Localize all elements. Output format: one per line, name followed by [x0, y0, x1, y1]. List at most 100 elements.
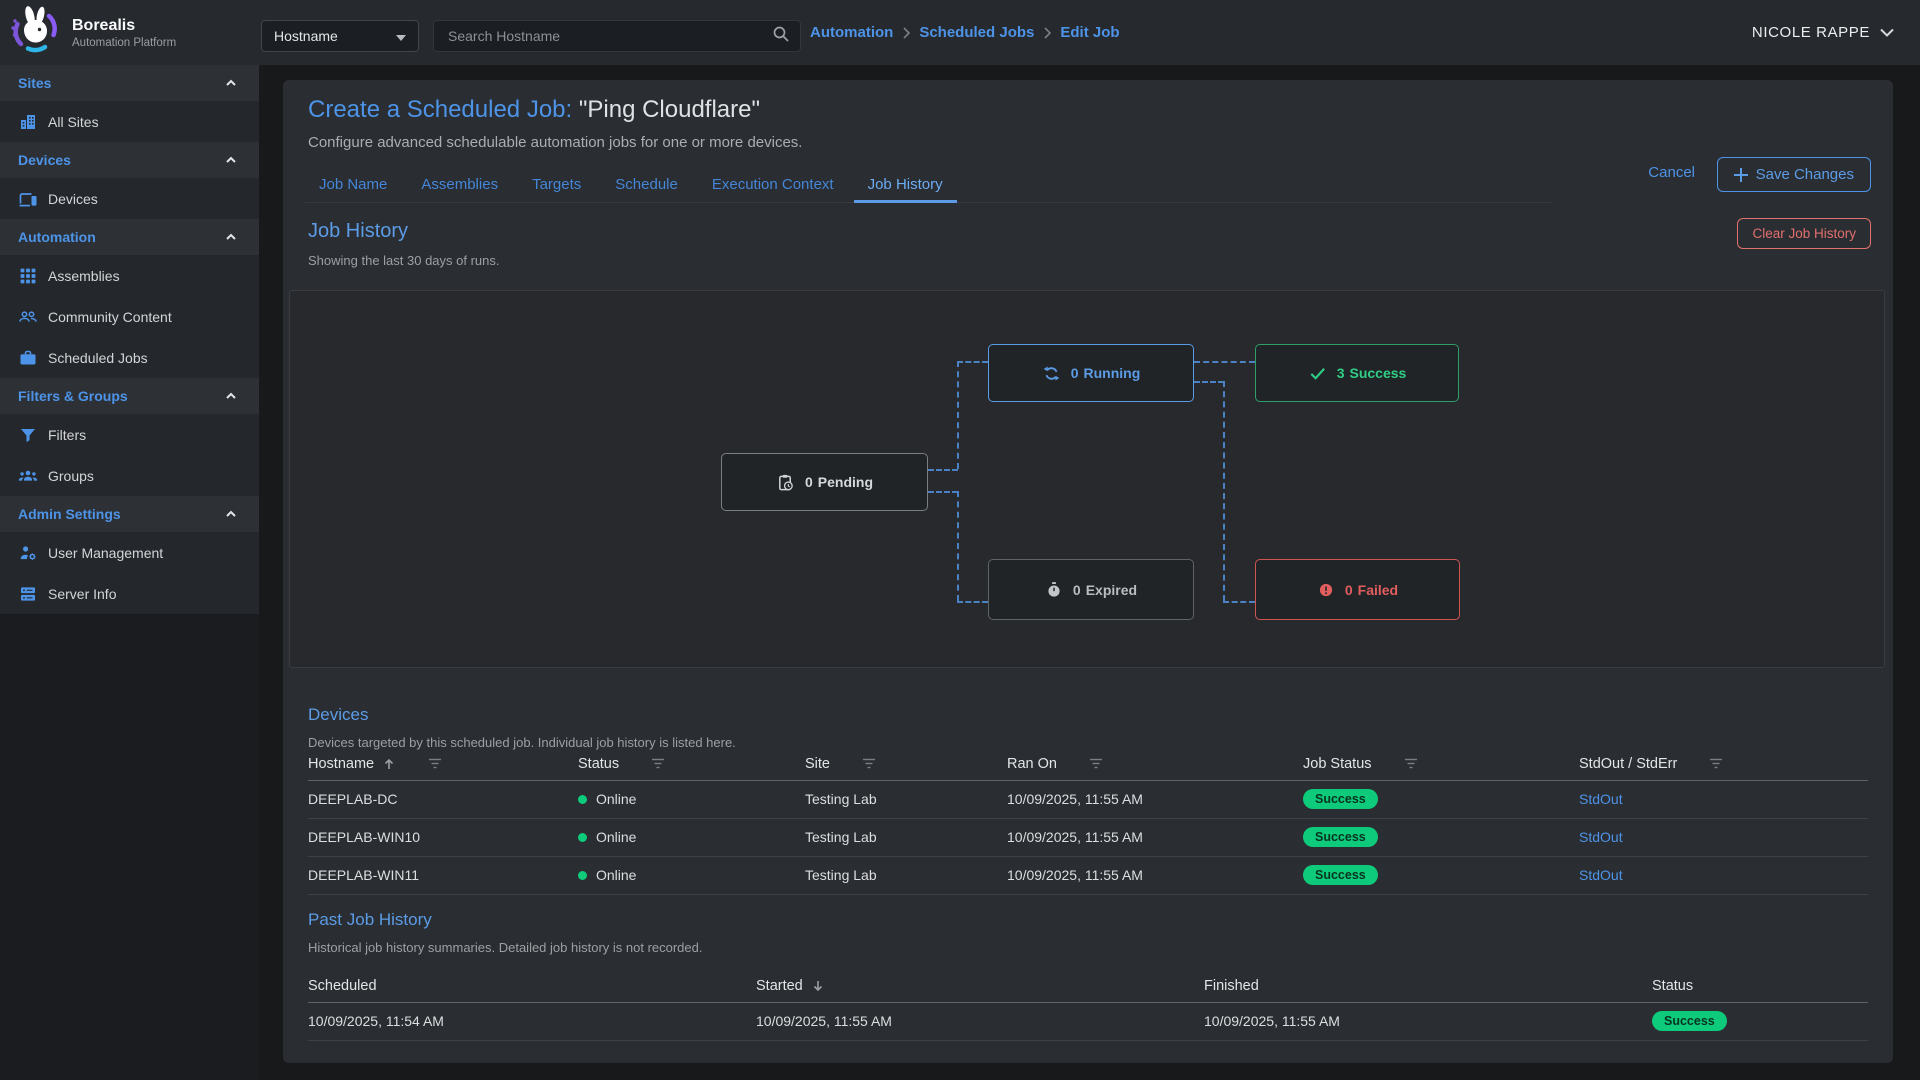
ran-on-cell: 10/09/2025, 11:55 AM: [1007, 780, 1303, 818]
tab-schedule[interactable]: Schedule: [601, 166, 692, 202]
chevron-up-icon: [223, 388, 239, 404]
chevron-up-icon: [223, 506, 239, 522]
topbar: Hostname Automation Scheduled Jobs Edit …: [259, 0, 1920, 65]
filter-icon[interactable]: [1089, 758, 1103, 769]
status-cell: Online: [578, 818, 805, 856]
filter-icon[interactable]: [1404, 758, 1418, 769]
col-hostname[interactable]: Hostname: [308, 748, 578, 780]
sidebar-section-devices[interactable]: Devices: [0, 142, 259, 178]
sidebar-section-sites[interactable]: Sites: [0, 65, 259, 101]
sort-asc-icon: [382, 757, 396, 771]
filter-icon[interactable]: [428, 758, 442, 769]
online-dot-icon: [578, 795, 587, 804]
stdout-link[interactable]: StdOut: [1579, 791, 1623, 807]
sync-icon: [1042, 364, 1061, 383]
site-cell: Testing Lab: [805, 818, 1007, 856]
online-dot-icon: [578, 871, 587, 880]
col-scheduled[interactable]: Scheduled: [308, 970, 756, 1002]
stopwatch-icon: [1045, 581, 1063, 599]
ran-on-cell: 10/09/2025, 11:55 AM: [1007, 856, 1303, 894]
running-node[interactable]: 0 Running: [988, 344, 1194, 402]
breadcrumb-edit-job[interactable]: Edit Job: [1060, 24, 1119, 41]
job-status-cell: Success: [1303, 856, 1579, 894]
chevron-right-icon: [1043, 27, 1051, 39]
col-stdout[interactable]: StdOut / StdErr: [1579, 748, 1868, 780]
sidebar-section-admin-settings[interactable]: Admin Settings: [0, 496, 259, 532]
stdout-link[interactable]: StdOut: [1579, 829, 1623, 845]
search-input[interactable]: [448, 28, 772, 44]
status-badge: Success: [1303, 827, 1378, 848]
briefcase-icon: [18, 348, 38, 368]
success-node[interactable]: 3 Success: [1255, 344, 1459, 402]
filter-icon[interactable]: [862, 758, 876, 769]
col-site[interactable]: Site: [805, 748, 1007, 780]
job-status-cell: Success: [1303, 818, 1579, 856]
expired-node[interactable]: 0 Expired: [988, 559, 1194, 620]
sidebar-item-server-info[interactable]: Server Info: [0, 573, 259, 614]
caret-down-icon: [396, 28, 406, 44]
stdout-link[interactable]: StdOut: [1579, 867, 1623, 883]
chevron-up-icon: [223, 152, 239, 168]
sidebar-item-devices[interactable]: Devices: [0, 178, 259, 219]
sidebar-item-assemblies[interactable]: Assemblies: [0, 255, 259, 296]
site-cell: Testing Lab: [805, 780, 1007, 818]
cancel-button[interactable]: Cancel: [1648, 164, 1695, 181]
sidebar-item-filters[interactable]: Filters: [0, 414, 259, 455]
col-finished[interactable]: Finished: [1204, 970, 1652, 1002]
connector: [1223, 601, 1255, 603]
error-icon: [1317, 581, 1335, 599]
hostname-cell: DEEPLAB-WIN10: [308, 818, 578, 856]
chevron-up-icon: [223, 75, 239, 91]
sidebar-item-community-content[interactable]: Community Content: [0, 296, 259, 337]
pending-node[interactable]: 0 Pending: [721, 453, 928, 511]
chevron-right-icon: [902, 27, 910, 39]
borealis-logo-icon: [8, 3, 62, 62]
online-dot-icon: [578, 833, 587, 842]
devices-icon: [18, 189, 38, 209]
status-badge: Success: [1303, 789, 1378, 810]
sidebar-item-all-sites[interactable]: All Sites: [0, 101, 259, 142]
devices-heading: Devices: [308, 705, 368, 725]
hostname-select[interactable]: Hostname: [261, 20, 419, 52]
breadcrumb-scheduled-jobs[interactable]: Scheduled Jobs: [919, 24, 1034, 41]
chevron-down-icon: [1880, 28, 1894, 37]
col-ran-on[interactable]: Ran On: [1007, 748, 1303, 780]
user-menu[interactable]: NICOLE RAPPE: [1752, 0, 1894, 65]
stdout-cell: StdOut: [1579, 818, 1868, 856]
site-cell: Testing Lab: [805, 856, 1007, 894]
stdout-cell: StdOut: [1579, 780, 1868, 818]
sidebar: Borealis Automation Platform Sites All S…: [0, 0, 259, 1080]
connector: [928, 491, 958, 493]
col-status[interactable]: Status: [1652, 970, 1868, 1002]
tab-job-name[interactable]: Job Name: [305, 166, 401, 202]
breadcrumb-automation[interactable]: Automation: [810, 24, 893, 41]
sidebar-section-automation[interactable]: Automation: [0, 219, 259, 255]
col-started[interactable]: Started: [756, 970, 1204, 1002]
building-icon: [18, 112, 38, 132]
clipboard-clock-icon: [776, 473, 795, 492]
sidebar-item-user-management[interactable]: User Management: [0, 532, 259, 573]
col-job-status[interactable]: Job Status: [1303, 748, 1579, 780]
job-status-diagram: 0 Pending 0 Running 3 Success 0 Expired …: [289, 290, 1885, 668]
filter-icon[interactable]: [1709, 758, 1723, 769]
filter-icon[interactable]: [651, 758, 665, 769]
save-changes-button[interactable]: Save Changes: [1717, 157, 1871, 192]
tab-targets[interactable]: Targets: [518, 166, 595, 202]
sidebar-section-filters-groups[interactable]: Filters & Groups: [0, 378, 259, 414]
search-icon: [772, 25, 790, 48]
search-box: [433, 20, 801, 52]
brand: Borealis Automation Platform: [0, 0, 259, 65]
tab-execution-context[interactable]: Execution Context: [698, 166, 848, 202]
job-status-cell: Success: [1303, 780, 1579, 818]
clear-job-history-button[interactable]: Clear Job History: [1737, 218, 1871, 249]
tab-job-history[interactable]: Job History: [854, 166, 957, 202]
people-icon: [18, 307, 38, 327]
col-status[interactable]: Status: [578, 748, 805, 780]
failed-node[interactable]: 0 Failed: [1255, 559, 1460, 620]
sidebar-item-groups[interactable]: Groups: [0, 455, 259, 496]
tab-assemblies[interactable]: Assemblies: [407, 166, 512, 202]
table-row: DEEPLAB-DC Online Testing Lab 10/09/2025…: [308, 780, 1868, 818]
table-row: DEEPLAB-WIN10 Online Testing Lab 10/09/2…: [308, 818, 1868, 856]
sidebar-item-scheduled-jobs[interactable]: Scheduled Jobs: [0, 337, 259, 378]
status-badge: Success: [1303, 865, 1378, 886]
